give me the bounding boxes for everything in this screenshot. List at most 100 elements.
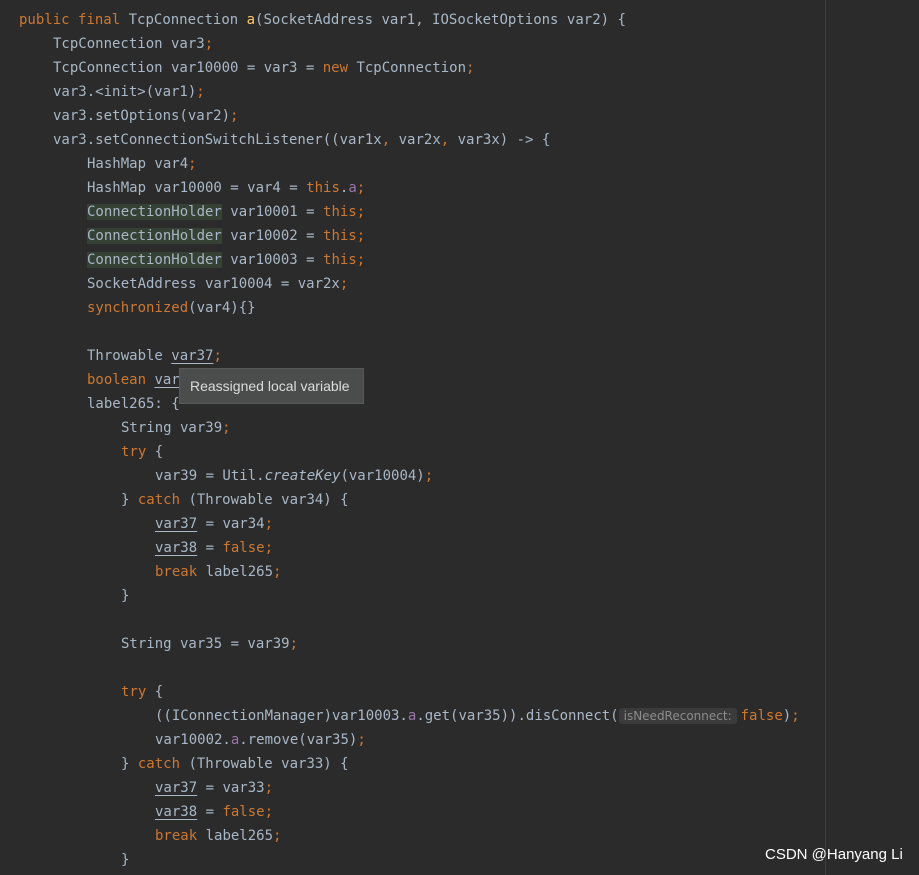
code-line[interactable]: TcpConnection var3;	[0, 32, 826, 56]
code-token: var3.<init>(var1)	[53, 84, 197, 100]
code-line-text: label265: {	[87, 392, 180, 416]
code-line-text: break label265;	[155, 824, 281, 848]
code-line[interactable]: String var39;	[0, 416, 826, 440]
code-line[interactable]: synchronized(var4){}	[0, 296, 826, 320]
code-line-text: HashMap var4;	[87, 152, 197, 176]
code-line[interactable]: ConnectionHolder var10003 = this;	[0, 248, 826, 272]
code-line[interactable]: var3.setConnectionSwitchListener((var1x,…	[0, 128, 826, 152]
code-line-text: HashMap var10000 = var4 = this.a;	[87, 176, 365, 200]
code-line[interactable]: }	[0, 848, 826, 872]
code-token: ;	[339, 276, 349, 292]
code-token: var38	[155, 540, 198, 556]
code-line-text: ConnectionHolder var10002 = this;	[87, 224, 365, 248]
reassigned-variable-tooltip: Reassigned local variable	[179, 368, 364, 404]
code-token: this	[323, 204, 357, 220]
code-line[interactable]: } catch (Throwable var34) {	[0, 488, 826, 512]
code-line[interactable]: HashMap var4;	[0, 152, 826, 176]
code-token: var3x) -> {	[449, 132, 551, 148]
code-line[interactable]: break label265;	[0, 560, 826, 584]
code-line[interactable]: HashMap var10000 = var4 = this.a;	[0, 176, 826, 200]
code-token: final	[78, 12, 121, 28]
code-line[interactable]	[0, 656, 826, 680]
code-token: {	[146, 684, 164, 700]
tooltip-text: Reassigned local variable	[190, 378, 350, 394]
code-token: a	[246, 12, 256, 28]
code-token: ,	[381, 132, 391, 148]
code-line[interactable]: Throwable var37;	[0, 344, 826, 368]
code-token: ConnectionHolder	[87, 228, 222, 244]
code-token: String var35 = var39	[121, 636, 290, 652]
code-line-text: SocketAddress var10004 = var2x;	[87, 272, 348, 296]
code-line[interactable]: var39 = Util.createKey(var10004);	[0, 464, 826, 488]
code-token: ;	[273, 564, 282, 580]
code-line-text: var3.setConnectionSwitchListener((var1x,…	[53, 128, 550, 152]
code-token: var37	[155, 780, 198, 796]
code-token: TcpConnection	[348, 60, 467, 76]
code-line-text: try {	[121, 680, 163, 704]
code-line-text: synchronized(var4){}	[87, 296, 256, 320]
code-token: ;	[791, 708, 800, 724]
code-line[interactable]: ((IConnectionManager)var10003.a.get(var3…	[0, 704, 826, 728]
code-token: new	[322, 60, 349, 76]
code-token: ConnectionHolder	[87, 252, 222, 268]
right-margin-guide	[825, 0, 826, 875]
code-editor[interactable]: public final TcpConnection a(SocketAddre…	[0, 0, 919, 875]
code-token: ;	[204, 36, 214, 52]
code-line-text: }	[121, 848, 129, 872]
code-line[interactable]	[0, 320, 826, 344]
code-token: ((IConnectionManager)var10003.	[155, 708, 408, 724]
code-token: ;	[356, 204, 366, 220]
code-line-text: boolean var	[87, 368, 180, 392]
code-line[interactable]: label265: {	[0, 392, 826, 416]
code-token: ;	[424, 468, 434, 484]
code-line[interactable]: var37 = var34;	[0, 512, 826, 536]
code-token: createKey	[264, 468, 341, 484]
code-token: }	[121, 852, 130, 868]
code-line[interactable]: boolean var	[0, 368, 826, 392]
code-line[interactable]: TcpConnection var10000 = var3 = new TcpC…	[0, 56, 826, 80]
code-token: label265: {	[87, 396, 180, 412]
code-token: HashMap var10000 = var4 =	[87, 180, 307, 196]
code-token: Throwable	[87, 348, 172, 364]
code-token: var2x	[390, 132, 441, 148]
code-token: }	[121, 588, 130, 604]
code-token: (Throwable var33) {	[180, 756, 349, 772]
code-line[interactable]: try {	[0, 440, 826, 464]
code-line[interactable]: var38 = false;	[0, 800, 826, 824]
code-token: ;	[356, 180, 366, 196]
code-line[interactable]: var3.<init>(var1);	[0, 80, 826, 104]
code-token: var10003 =	[221, 252, 324, 268]
code-area[interactable]: public final TcpConnection a(SocketAddre…	[0, 8, 826, 872]
code-line[interactable]: }	[0, 584, 826, 608]
code-line[interactable]: } catch (Throwable var33) {	[0, 752, 826, 776]
code-line-text: TcpConnection var10000 = var3 = new TcpC…	[53, 56, 474, 80]
code-token: = var33	[197, 780, 265, 796]
code-token: var39 = Util.	[155, 468, 265, 484]
code-token: var37	[155, 516, 198, 532]
code-token: ;	[357, 732, 366, 748]
code-token: =	[197, 804, 223, 820]
code-line[interactable]: try {	[0, 680, 826, 704]
code-token: = var34	[197, 516, 265, 532]
code-line-text: var38 = false;	[155, 800, 273, 824]
code-token: false	[740, 708, 783, 724]
code-line-text: } catch (Throwable var34) {	[121, 488, 349, 512]
code-token: }	[121, 756, 138, 772]
code-line[interactable]: var3.setOptions(var2);	[0, 104, 826, 128]
code-token: .get(var35)).disConnect(	[416, 708, 619, 724]
code-line[interactable]: var38 = false;	[0, 536, 826, 560]
code-line[interactable]	[0, 608, 826, 632]
code-token: ;	[213, 348, 222, 364]
code-line[interactable]: public final TcpConnection a(SocketAddre…	[0, 8, 826, 32]
code-line[interactable]: ConnectionHolder var10002 = this;	[0, 224, 826, 248]
code-line[interactable]: var10002.a.remove(var35);	[0, 728, 826, 752]
code-line[interactable]: ConnectionHolder var10001 = this;	[0, 200, 826, 224]
code-line-text: String var35 = var39;	[121, 632, 298, 656]
code-line-text: var39 = Util.createKey(var10004);	[155, 464, 433, 488]
code-line[interactable]: String var35 = var39;	[0, 632, 826, 656]
code-line-text: try {	[121, 440, 163, 464]
code-line-text: ((IConnectionManager)var10003.a.get(var3…	[155, 704, 800, 728]
code-line[interactable]: break label265;	[0, 824, 826, 848]
code-line[interactable]: SocketAddress var10004 = var2x;	[0, 272, 826, 296]
code-line[interactable]: var37 = var33;	[0, 776, 826, 800]
